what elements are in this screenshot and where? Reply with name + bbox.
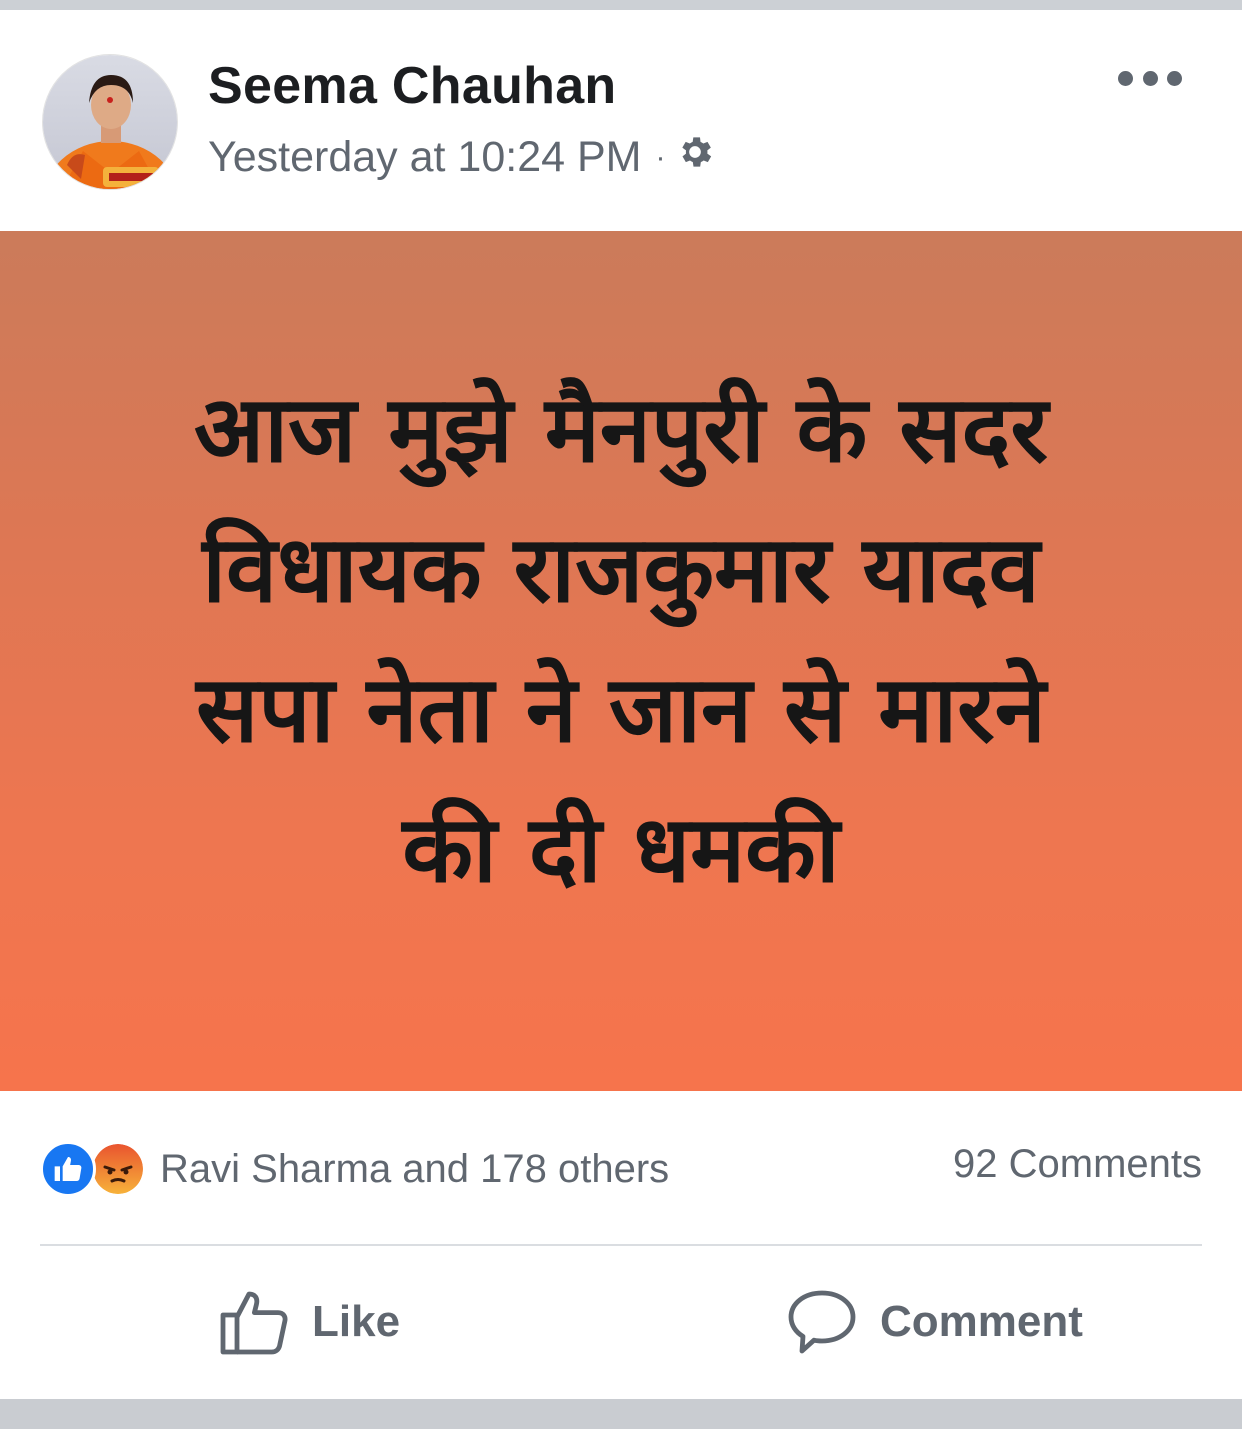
comment-bubble-icon <box>788 1290 856 1354</box>
post-header: Seema Chauhan Yesterday at 10:24 PM · <box>0 10 1242 231</box>
bottom-separator <box>0 1399 1242 1429</box>
post-meta: Yesterday at 10:24 PM · <box>208 132 715 183</box>
avatar-image <box>43 55 177 189</box>
reactions-text[interactable]: Ravi Sharma and 178 others <box>160 1147 669 1192</box>
author-name[interactable]: Seema Chauhan <box>208 56 616 116</box>
comment-label: Comment <box>880 1297 1083 1346</box>
top-separator <box>0 0 1242 10</box>
post-text-line: आज मुझे मैनपुरी के सदर <box>193 376 1049 483</box>
post-timestamp[interactable]: Yesterday at 10:24 PM <box>208 133 641 182</box>
author-avatar[interactable] <box>42 54 178 190</box>
like-reaction-icon <box>40 1141 96 1197</box>
post-text-line: सपा नेता ने जान से मारने <box>196 656 1046 763</box>
angry-reaction-icon <box>90 1141 146 1197</box>
post-text-line: की दी धमकी <box>402 796 840 903</box>
comments-count[interactable]: 92 Comments <box>953 1142 1202 1187</box>
actions-divider <box>40 1244 1202 1246</box>
meta-separator: · <box>655 140 666 174</box>
more-options-icon[interactable] <box>1118 64 1182 92</box>
like-button[interactable]: Like <box>218 1282 400 1362</box>
gear-icon[interactable] <box>675 132 715 183</box>
reactions-summary[interactable]: Ravi Sharma and 178 others <box>40 1138 669 1200</box>
like-label: Like <box>312 1297 401 1346</box>
comment-button[interactable]: Comment <box>786 1282 1083 1362</box>
post-image[interactable]: आज मुझे मैनपुरी के सदर विधायक राजकुमार य… <box>0 231 1242 1091</box>
post-text-line: विधायक राजकुमार यादव <box>202 516 1040 623</box>
thumbs-up-icon <box>220 1291 288 1355</box>
post-text: आज मुझे मैनपुरी के सदर विधायक राजकुमार य… <box>121 360 1121 920</box>
